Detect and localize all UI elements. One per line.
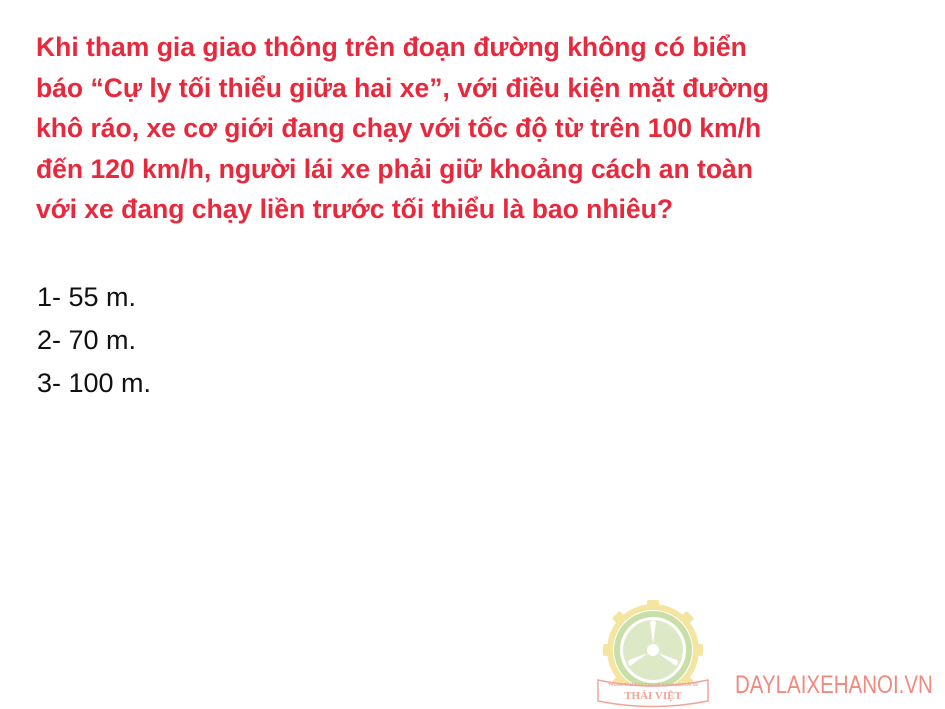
answer-option-2[interactable]: 2- 70 m.: [37, 319, 151, 362]
site-watermark: DAYLAIXEHANOI.VN: [735, 671, 933, 699]
question-text: Khi tham gia giao thông trên đoạn đường …: [36, 32, 769, 224]
steering-wheel-icon: [614, 611, 692, 689]
logo-ribbon: TRUNG TÂM ĐÀO TẠO VÀ SÁT HẠCH LÁI XE THÁ…: [597, 679, 709, 708]
logo-name: THÁI VIỆT: [624, 689, 682, 702]
logo-top-text: TRUNG TÂM ĐÀO TẠO VÀ SÁT HẠCH LÁI XE: [608, 682, 698, 687]
answer-list: 1- 55 m. 2- 70 m. 3- 100 m.: [37, 276, 151, 405]
thai-viet-logo: TRUNG TÂM ĐÀO TẠO VÀ SÁT HẠCH LÁI XE THÁ…: [597, 600, 709, 708]
answer-option-3[interactable]: 3- 100 m.: [37, 362, 151, 405]
answer-option-1[interactable]: 1- 55 m.: [37, 276, 151, 319]
